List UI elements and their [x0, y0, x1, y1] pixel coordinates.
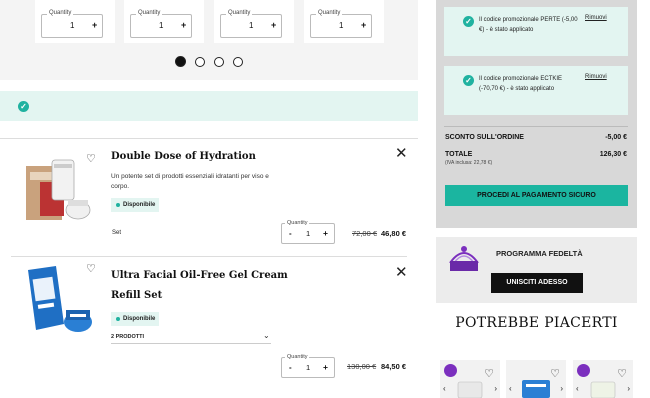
quantity-label: Quantity	[47, 9, 74, 18]
order-discount-label: SCONTO SULL'ORDINE	[445, 134, 524, 141]
variant-underline	[111, 343, 271, 344]
quantity-plus-button[interactable]: +	[361, 20, 366, 30]
quantity-minus-button[interactable]: -	[289, 363, 292, 372]
quantity-value: 1	[306, 363, 311, 372]
check-icon: ✓	[18, 101, 29, 112]
remove-promo-link[interactable]: Rimuovi	[585, 74, 607, 80]
variant-select[interactable]: 2 PRODOTTI	[111, 334, 144, 340]
total-value: 126,30 €	[599, 151, 627, 158]
quantity-plus-button[interactable]: +	[92, 20, 97, 30]
quantity-value: 1	[249, 21, 254, 30]
quantity-stepper[interactable]: Quantity 1 +	[130, 9, 192, 38]
quantity-stepper[interactable]: Quantity - 1 +	[281, 353, 335, 378]
loyalty-title: PROGRAMMA FEDELTÀ	[496, 249, 583, 258]
promo-applied-notice: ✓	[0, 91, 418, 121]
product-thumbnail	[522, 380, 550, 398]
remove-item-close-icon[interactable]: ✕	[395, 144, 408, 162]
quantity-value: 1	[339, 21, 344, 30]
availability-badge: Disponibile	[111, 312, 160, 326]
strip-card: Quantity 1 +	[35, 0, 115, 43]
chevron-left-icon[interactable]: ‹	[576, 384, 579, 393]
check-icon: ✓	[463, 16, 474, 27]
vat-note: (IVA inclusa: 22,78 €)	[445, 160, 493, 166]
discounted-price: 46,80 €	[381, 229, 407, 238]
recommendation-card[interactable]: ♡ ‹ ›	[440, 360, 500, 398]
quantity-value: 1	[306, 229, 311, 238]
quantity-plus-button[interactable]: +	[271, 20, 276, 30]
quantity-value: 1	[70, 21, 75, 30]
chevron-left-icon[interactable]: ‹	[443, 384, 446, 393]
promo-code-applied: ✓ Il codice promozionale ECTKIE (-70,70 …	[444, 66, 628, 115]
carousel-dot-4[interactable]	[233, 57, 243, 67]
chevron-right-icon[interactable]: ›	[560, 384, 563, 393]
divider	[11, 256, 407, 257]
quantity-plus-button[interactable]: +	[181, 20, 186, 30]
loyalty-banner: PROGRAMMA FEDELTÀ UNISCITI ADESSO	[436, 237, 637, 303]
product-title-line2[interactable]: Refill Set	[111, 286, 162, 306]
carousel-dot-3[interactable]	[214, 57, 224, 67]
product-description: Un potente set di prodotti essenziali id…	[111, 173, 269, 190]
promo-code-message: Il codice promozionale PERTE (-5,00 €) -…	[479, 17, 578, 33]
remove-promo-link[interactable]: Rimuovi	[585, 15, 607, 21]
original-price: 72,00 €	[352, 229, 378, 238]
wishlist-heart-icon[interactable]: ♡	[617, 367, 627, 380]
divider	[444, 126, 628, 127]
original-price: 130,00 €	[347, 362, 377, 371]
availability-badge: Disponibile	[111, 198, 160, 212]
checkout-button[interactable]: PROCEDI AL PAGAMENTO SICURO	[445, 185, 628, 206]
remove-item-close-icon[interactable]: ✕	[395, 263, 408, 281]
quantity-label: Quantity	[285, 219, 310, 228]
product-thumbnail	[457, 381, 483, 398]
divider	[0, 138, 418, 139]
quantity-stepper[interactable]: Quantity 1 +	[310, 9, 372, 38]
carousel-dot-2[interactable]	[195, 57, 205, 67]
product-image[interactable]	[22, 156, 94, 228]
chevron-right-icon[interactable]: ›	[494, 384, 497, 393]
join-now-button[interactable]: UNISCITI ADESSO	[491, 273, 583, 293]
promo-code-message: Il codice promozionale ECTKIE (-70,70 €)…	[479, 76, 563, 92]
order-discount-row: SCONTO SULL'ORDINE -5,00 €	[445, 134, 627, 141]
quantity-stepper[interactable]: Quantity 1 +	[41, 9, 103, 38]
recommendations-title: POTREBBE PIACERTI	[455, 315, 618, 331]
wishlist-heart-icon[interactable]: ♡	[86, 152, 96, 165]
product-type: Set	[112, 230, 122, 236]
discounted-price: 84,50 €	[381, 362, 407, 371]
total-label: TOTALE	[445, 151, 473, 158]
order-discount-value: -5,00 €	[605, 134, 627, 141]
recommended-strip: Quantity 1 + Quantity 1 + Quantity 1 + Q…	[0, 0, 418, 80]
quantity-plus-button[interactable]: +	[323, 228, 328, 238]
quantity-value: 1	[159, 21, 164, 30]
quantity-label: Quantity	[226, 9, 253, 18]
quantity-stepper[interactable]: Quantity - 1 +	[281, 219, 335, 244]
product-thumbnail	[590, 381, 616, 398]
quantity-label: Quantity	[285, 353, 310, 362]
quantity-label: Quantity	[316, 9, 343, 18]
strip-card: Quantity 1 +	[124, 0, 204, 43]
carousel-dot-1[interactable]	[175, 56, 186, 67]
chevron-right-icon[interactable]: ›	[627, 384, 630, 393]
promo-code-applied: ✓ Il codice promozionale PERTE (-5,00 €)…	[444, 7, 628, 56]
strip-card: Quantity 1 +	[304, 0, 384, 43]
loyalty-logo-icon	[449, 246, 479, 271]
new-badge-icon	[444, 364, 457, 377]
new-badge-icon	[577, 364, 590, 377]
wishlist-heart-icon[interactable]: ♡	[86, 262, 96, 275]
product-title[interactable]: Double Dose of Hydration	[111, 147, 256, 167]
quantity-label: Quantity	[136, 9, 163, 18]
strip-card: Quantity 1 +	[214, 0, 294, 43]
product-title[interactable]: Ultra Facial Oil-Free Gel Cream	[111, 266, 288, 286]
recommendation-card[interactable]: ♡ ‹ ›	[573, 360, 633, 398]
wishlist-heart-icon[interactable]: ♡	[484, 367, 494, 380]
quantity-plus-button[interactable]: +	[323, 362, 328, 372]
check-icon: ✓	[463, 75, 474, 86]
total-row: TOTALE 126,30 €	[445, 151, 627, 158]
product-image[interactable]	[22, 264, 94, 336]
chevron-left-icon[interactable]: ‹	[509, 384, 512, 393]
recommendation-card[interactable]: ♡ ‹ ›	[506, 360, 566, 398]
quantity-minus-button[interactable]: -	[289, 229, 292, 238]
quantity-stepper[interactable]: Quantity 1 +	[220, 9, 282, 38]
chevron-down-icon[interactable]: ⌄	[263, 331, 270, 340]
